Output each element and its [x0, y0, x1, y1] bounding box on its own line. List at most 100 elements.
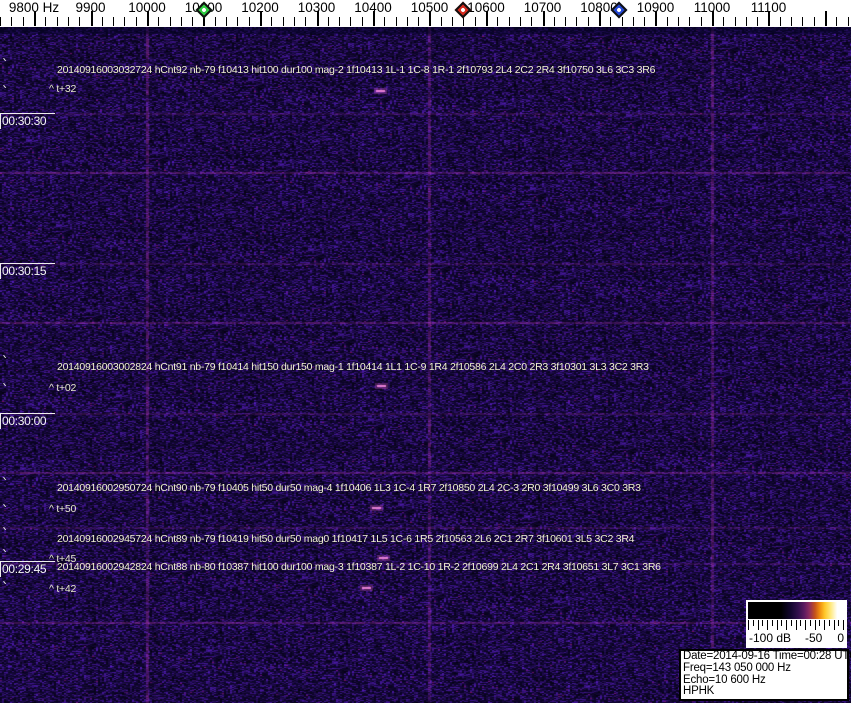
minor-tick	[848, 17, 849, 26]
minor-tick	[576, 17, 577, 26]
minor-tick	[622, 17, 623, 26]
colorbar-gradient	[748, 602, 845, 619]
minor-tick	[509, 17, 510, 26]
minor-tick	[57, 17, 58, 26]
colorbar-tick	[838, 620, 839, 626]
minor-tick	[79, 17, 80, 26]
minor-tick	[735, 17, 736, 26]
colorbar-labels: -100 dB -50 0	[746, 631, 847, 646]
minor-tick	[418, 17, 419, 26]
colorbar-tick	[767, 620, 768, 630]
colorbar-tick	[805, 620, 806, 630]
colorbar-tick	[791, 620, 792, 626]
minor-tick	[497, 17, 498, 26]
minor-tick	[271, 17, 272, 26]
minor-tick	[170, 17, 171, 26]
minor-tick	[226, 17, 227, 26]
minor-tick	[124, 17, 125, 26]
colorbar-tick	[786, 620, 787, 630]
minor-tick	[11, 17, 12, 26]
frequency-axis-label: 11100	[750, 0, 787, 15]
frequency-axis-label: 11000	[693, 0, 731, 15]
minor-tick	[305, 17, 306, 26]
frequency-axis-label: 10000	[128, 0, 166, 15]
frequency-axis-label: 10600	[467, 0, 505, 15]
frequency-axis-label: 10400	[354, 0, 392, 15]
minor-tick	[102, 17, 103, 26]
colorbar-tick	[772, 620, 773, 626]
minor-tick	[814, 17, 815, 26]
minor-tick	[294, 17, 295, 26]
minor-tick	[441, 17, 442, 26]
minor-tick	[362, 17, 363, 26]
minor-tick	[396, 17, 397, 26]
status-info-box: Date=2014-09-16 Time=00:28 UTC Freq=143 …	[679, 649, 851, 701]
frequency-axis-label: 10500	[410, 0, 449, 15]
minor-tick	[452, 17, 453, 26]
minor-tick	[0, 17, 1, 26]
minor-tick	[678, 17, 679, 26]
frequency-axis-label: 10300	[297, 0, 336, 15]
meteor-echo-spectrogram-app: 9800 Hz990010000101001020010300104001050…	[0, 0, 851, 703]
minor-tick	[588, 17, 589, 26]
minor-tick	[215, 17, 216, 26]
colorbar-tick	[748, 620, 749, 630]
minor-tick	[45, 17, 46, 26]
minor-tick	[667, 17, 668, 26]
minor-tick	[136, 17, 137, 26]
frequency-axis-label: 10200	[241, 0, 279, 15]
colorbar-tick	[829, 620, 830, 626]
minor-tick	[249, 17, 250, 26]
minor-tick	[181, 17, 182, 26]
minor-tick	[192, 17, 193, 26]
minor-tick	[328, 17, 329, 26]
major-tick	[825, 11, 827, 26]
minor-tick	[339, 17, 340, 26]
colorbar-tick	[753, 620, 754, 626]
minor-tick	[610, 17, 611, 26]
minor-tick	[531, 17, 532, 26]
colorbar-tick	[800, 620, 801, 626]
minor-tick	[836, 17, 837, 26]
minor-tick	[113, 17, 114, 26]
spectrogram-canvas	[0, 27, 851, 703]
colorbar-tick	[815, 620, 816, 630]
colorbar-tick	[796, 620, 797, 630]
frequency-axis-label: 9800 Hz	[8, 0, 60, 15]
minor-tick	[757, 17, 758, 26]
db-colorbar: -100 dB -50 0	[746, 600, 847, 648]
minor-tick	[701, 17, 702, 26]
colorbar-tick	[777, 620, 778, 630]
minor-tick	[283, 17, 284, 26]
minor-tick	[237, 17, 238, 26]
info-frequency: Freq=143 050 000 Hz	[683, 661, 791, 674]
minor-tick	[407, 17, 408, 26]
frequency-ruler: 9800 Hz990010000101001020010300104001050…	[0, 0, 851, 27]
minor-tick	[644, 17, 645, 26]
frequency-axis-label: 10900	[636, 0, 675, 15]
colorbar-tick	[758, 620, 759, 630]
frequency-axis-label: 9900	[75, 0, 106, 15]
colorbar-tick-ruler	[748, 620, 845, 631]
colorbar-tick	[810, 620, 811, 626]
minor-tick	[633, 17, 634, 26]
minor-tick	[554, 17, 555, 26]
minor-tick	[723, 17, 724, 26]
colorbar-tick	[819, 620, 820, 626]
minor-tick	[384, 17, 385, 26]
minor-tick	[746, 17, 747, 26]
minor-tick	[802, 17, 803, 26]
minor-tick	[565, 17, 566, 26]
info-station: HPHK	[683, 685, 715, 698]
minor-tick	[68, 17, 69, 26]
colorbar-tick	[843, 620, 844, 630]
colorbar-min-label: -100 dB	[749, 631, 792, 645]
minor-tick	[23, 17, 24, 26]
colorbar-max-label: 0	[837, 631, 844, 645]
minor-tick	[791, 17, 792, 26]
colorbar-tick	[834, 620, 835, 630]
colorbar-tick	[762, 620, 763, 626]
colorbar-tick	[824, 620, 825, 630]
minor-tick	[780, 17, 781, 26]
frequency-axis-label: 10700	[523, 0, 562, 15]
